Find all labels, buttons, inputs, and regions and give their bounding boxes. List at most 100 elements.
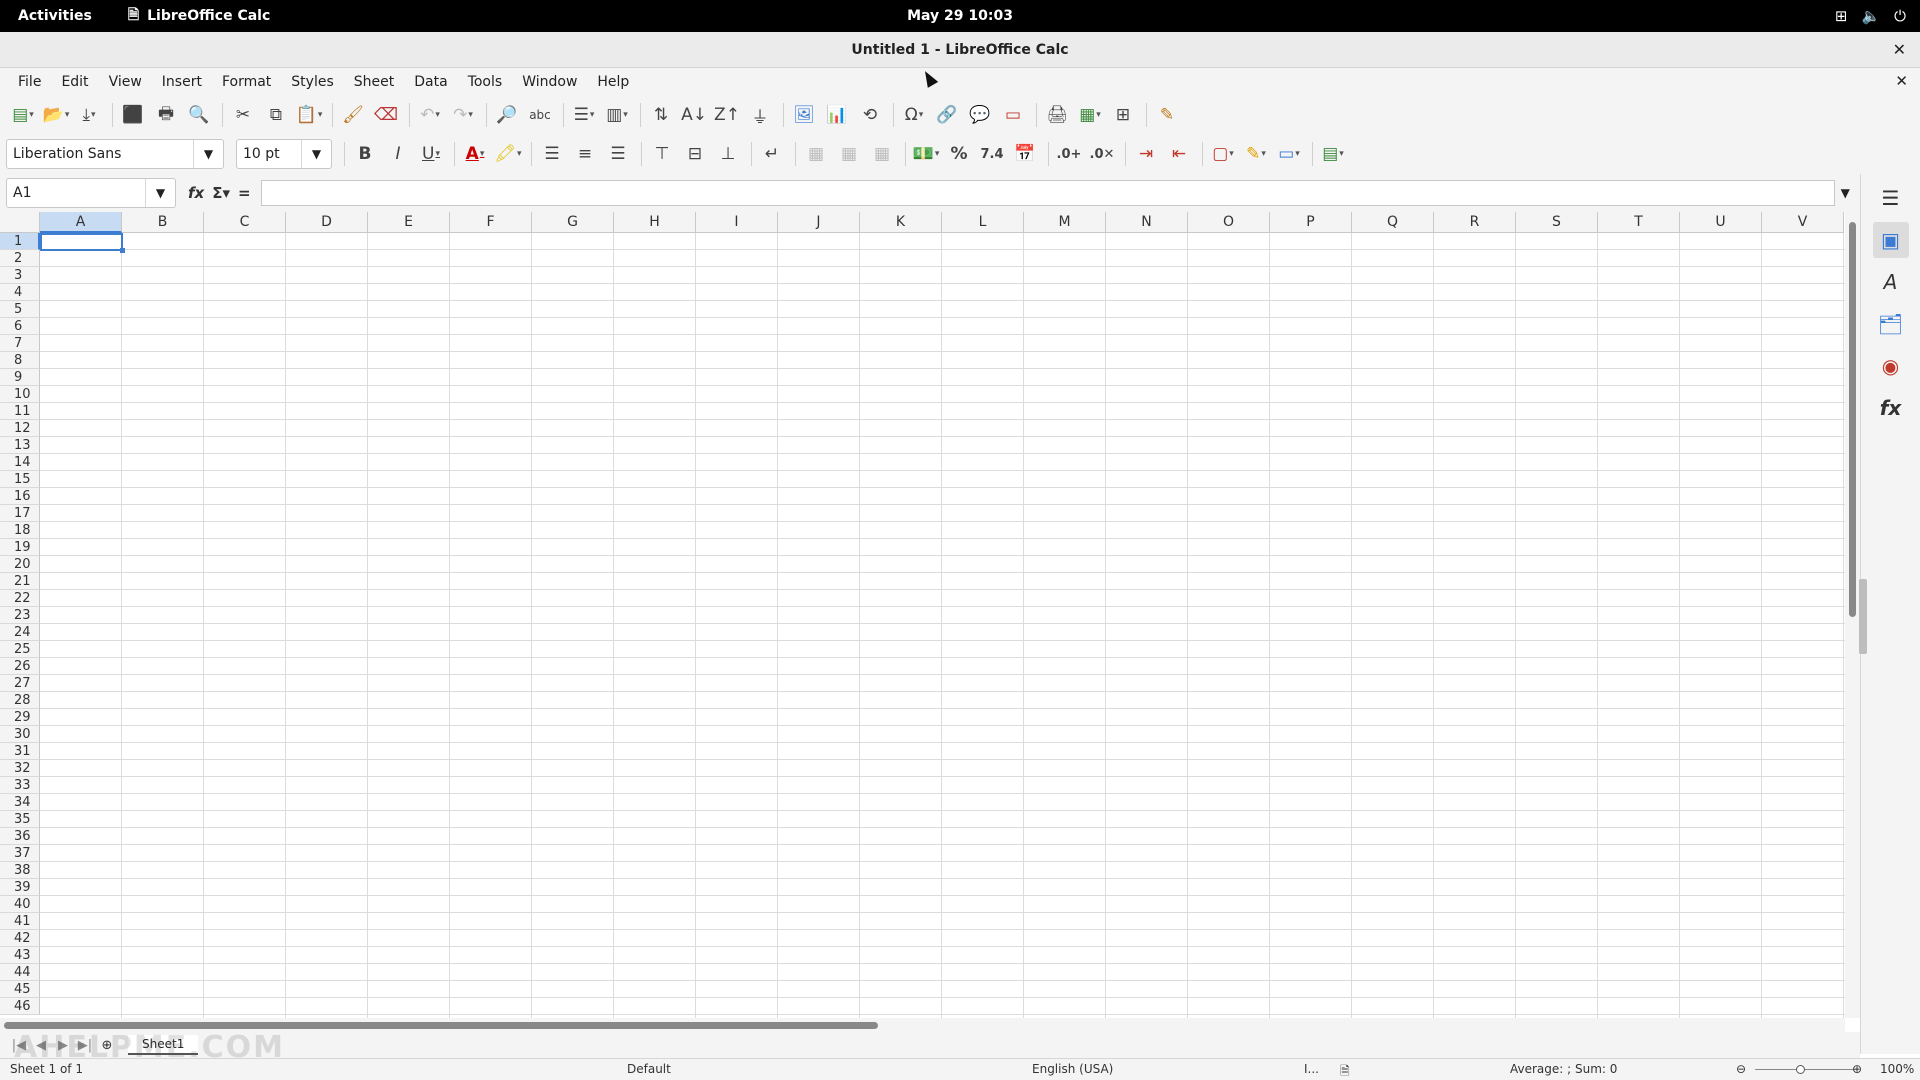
chevron-down-icon[interactable]: ▼ (193, 140, 223, 168)
borders-icon[interactable]: ▢ (1208, 139, 1238, 169)
currency-format-icon[interactable]: 💵 (911, 139, 941, 169)
menu-insert[interactable]: Insert (152, 74, 212, 90)
select-all-corner[interactable] (0, 212, 40, 233)
split-window-icon[interactable]: ⊞ (1108, 100, 1138, 130)
headers-footers-icon[interactable]: ▭ (998, 100, 1028, 130)
wrap-text-icon[interactable]: ↵ (757, 139, 787, 169)
sidebar-collapse-handle[interactable] (1859, 579, 1867, 654)
volume-icon[interactable]: 🔈 (1861, 7, 1880, 25)
row-header-9[interactable]: 9 (0, 369, 40, 386)
close-document-icon[interactable]: ✕ (1895, 72, 1908, 90)
menu-window[interactable]: Window (512, 74, 587, 90)
align-top-icon[interactable]: ⊤ (647, 139, 677, 169)
styles-icon[interactable]: A (1873, 264, 1909, 300)
sort-descending-icon[interactable]: Z↑ (712, 100, 742, 130)
menu-tools[interactable]: Tools (458, 74, 513, 90)
row-header-3[interactable]: 3 (0, 267, 40, 284)
add-decimal-icon[interactable]: .0+ (1054, 139, 1084, 169)
expand-formula-bar-icon[interactable]: ▼ (1841, 186, 1850, 200)
sidebar-menu-icon[interactable]: ☰ (1873, 180, 1909, 216)
row-header-8[interactable]: 8 (0, 352, 40, 369)
column-header-u[interactable]: U (1680, 212, 1762, 233)
column-header-p[interactable]: P (1270, 212, 1352, 233)
row-header-44[interactable]: 44 (0, 964, 40, 981)
column-header-c[interactable]: C (204, 212, 286, 233)
conditional-format-icon[interactable]: ▤ (1318, 139, 1348, 169)
row-header-39[interactable]: 39 (0, 879, 40, 896)
date-format-icon[interactable]: 📅 (1010, 139, 1040, 169)
row-header-35[interactable]: 35 (0, 811, 40, 828)
formula-input[interactable] (260, 180, 1835, 206)
percent-format-icon[interactable]: % (944, 139, 974, 169)
window-close-icon[interactable]: ✕ (1893, 32, 1906, 68)
font-size-combo[interactable]: 10 pt ▼ (236, 139, 332, 169)
new-document-icon[interactable]: ▤ (8, 100, 38, 130)
row-header-13[interactable]: 13 (0, 437, 40, 454)
italic-icon[interactable]: I (383, 139, 413, 169)
cell-cursor-a1[interactable] (40, 233, 125, 253)
column-header-b[interactable]: B (122, 212, 204, 233)
row-header-33[interactable]: 33 (0, 777, 40, 794)
menu-edit[interactable]: Edit (51, 74, 98, 90)
unmerge-cells-icon[interactable]: ▦ (867, 139, 897, 169)
merge-center-icon[interactable]: ▦ (801, 139, 831, 169)
system-tray[interactable]: ⊞ 🔈 ⏻ (1835, 0, 1906, 32)
hyperlink-icon[interactable]: 🔗 (932, 100, 962, 130)
define-print-area-icon[interactable]: 🖨 (1042, 100, 1072, 130)
vertical-scroll-thumb[interactable] (1849, 222, 1856, 617)
row-header-7[interactable]: 7 (0, 335, 40, 352)
spreadsheet-grid[interactable]: ABCDEFGHIJKLMNOPQRSTUV 1 2 3 4 5 6 7 8 9 10 11 12 13… (0, 212, 1845, 1018)
row-icon[interactable]: ☰ (569, 100, 599, 130)
column-header-i[interactable]: I (696, 212, 778, 233)
selection-summary[interactable]: Average: ; Sum: 0 (1510, 1062, 1617, 1076)
zoom-slider[interactable] (1755, 1069, 1855, 1070)
export-pdf-icon[interactable]: ⬛ (118, 100, 148, 130)
row-header-16[interactable]: 16 (0, 488, 40, 505)
zoom-out-icon[interactable]: ⊖ (1736, 1062, 1746, 1076)
properties-icon[interactable]: ▣ (1872, 222, 1909, 258)
undo-icon[interactable]: ↶ (415, 100, 445, 130)
menu-file[interactable]: File (8, 74, 51, 90)
find-replace-icon[interactable]: 🔎 (492, 100, 522, 130)
show-draw-functions-icon[interactable]: ✎ (1152, 100, 1182, 130)
font-color-icon[interactable]: A (460, 139, 490, 169)
clone-formatting-icon[interactable]: 🖌 (338, 100, 368, 130)
sum-icon[interactable]: Σ▾ (212, 184, 230, 202)
chevron-down-icon[interactable]: ▼ (145, 179, 175, 207)
print-preview-icon[interactable]: 🔍 (184, 100, 214, 130)
activities-button[interactable]: Activities (18, 8, 92, 24)
row-header-26[interactable]: 26 (0, 658, 40, 675)
row-header-21[interactable]: 21 (0, 573, 40, 590)
row-header-11[interactable]: 11 (0, 403, 40, 420)
pivot-table-icon[interactable]: ⟲ (855, 100, 885, 130)
row-header-40[interactable]: 40 (0, 896, 40, 913)
delete-decimal-icon[interactable]: .0✕ (1087, 139, 1117, 169)
menu-help[interactable]: Help (587, 74, 639, 90)
special-character-icon[interactable]: Ω (899, 100, 929, 130)
comment-icon[interactable]: 💬 (965, 100, 995, 130)
column-header-s[interactable]: S (1516, 212, 1598, 233)
column-header-e[interactable]: E (368, 212, 450, 233)
align-middle-icon[interactable]: ⊟ (680, 139, 710, 169)
column-header-l[interactable]: L (942, 212, 1024, 233)
print-icon[interactable]: 🖶 (151, 100, 181, 130)
column-header-v[interactable]: V (1762, 212, 1844, 233)
row-header-14[interactable]: 14 (0, 454, 40, 471)
app-menu[interactable]: 🗎 LibreOffice Calc (128, 4, 270, 28)
copy-icon[interactable]: ⧉ (261, 100, 291, 130)
zoom-slider-handle[interactable] (1796, 1065, 1805, 1074)
navigator-icon[interactable]: ◉ (1873, 348, 1909, 384)
row-header-41[interactable]: 41 (0, 913, 40, 930)
power-icon[interactable]: ⏻ (1894, 7, 1906, 25)
row-header-45[interactable]: 45 (0, 981, 40, 998)
formula-icon[interactable]: = (238, 184, 251, 202)
row-header-43[interactable]: 43 (0, 947, 40, 964)
row-header-36[interactable]: 36 (0, 828, 40, 845)
chevron-down-icon[interactable]: ▼ (301, 140, 331, 168)
freeze-rows-columns-icon[interactable]: ▦ (1075, 100, 1105, 130)
column-header-o[interactable]: O (1188, 212, 1270, 233)
row-header-37[interactable]: 37 (0, 845, 40, 862)
column-header-n[interactable]: N (1106, 212, 1188, 233)
network-icon[interactable]: ⊞ (1835, 7, 1848, 25)
selection-mode[interactable]: I... (1304, 1062, 1319, 1076)
